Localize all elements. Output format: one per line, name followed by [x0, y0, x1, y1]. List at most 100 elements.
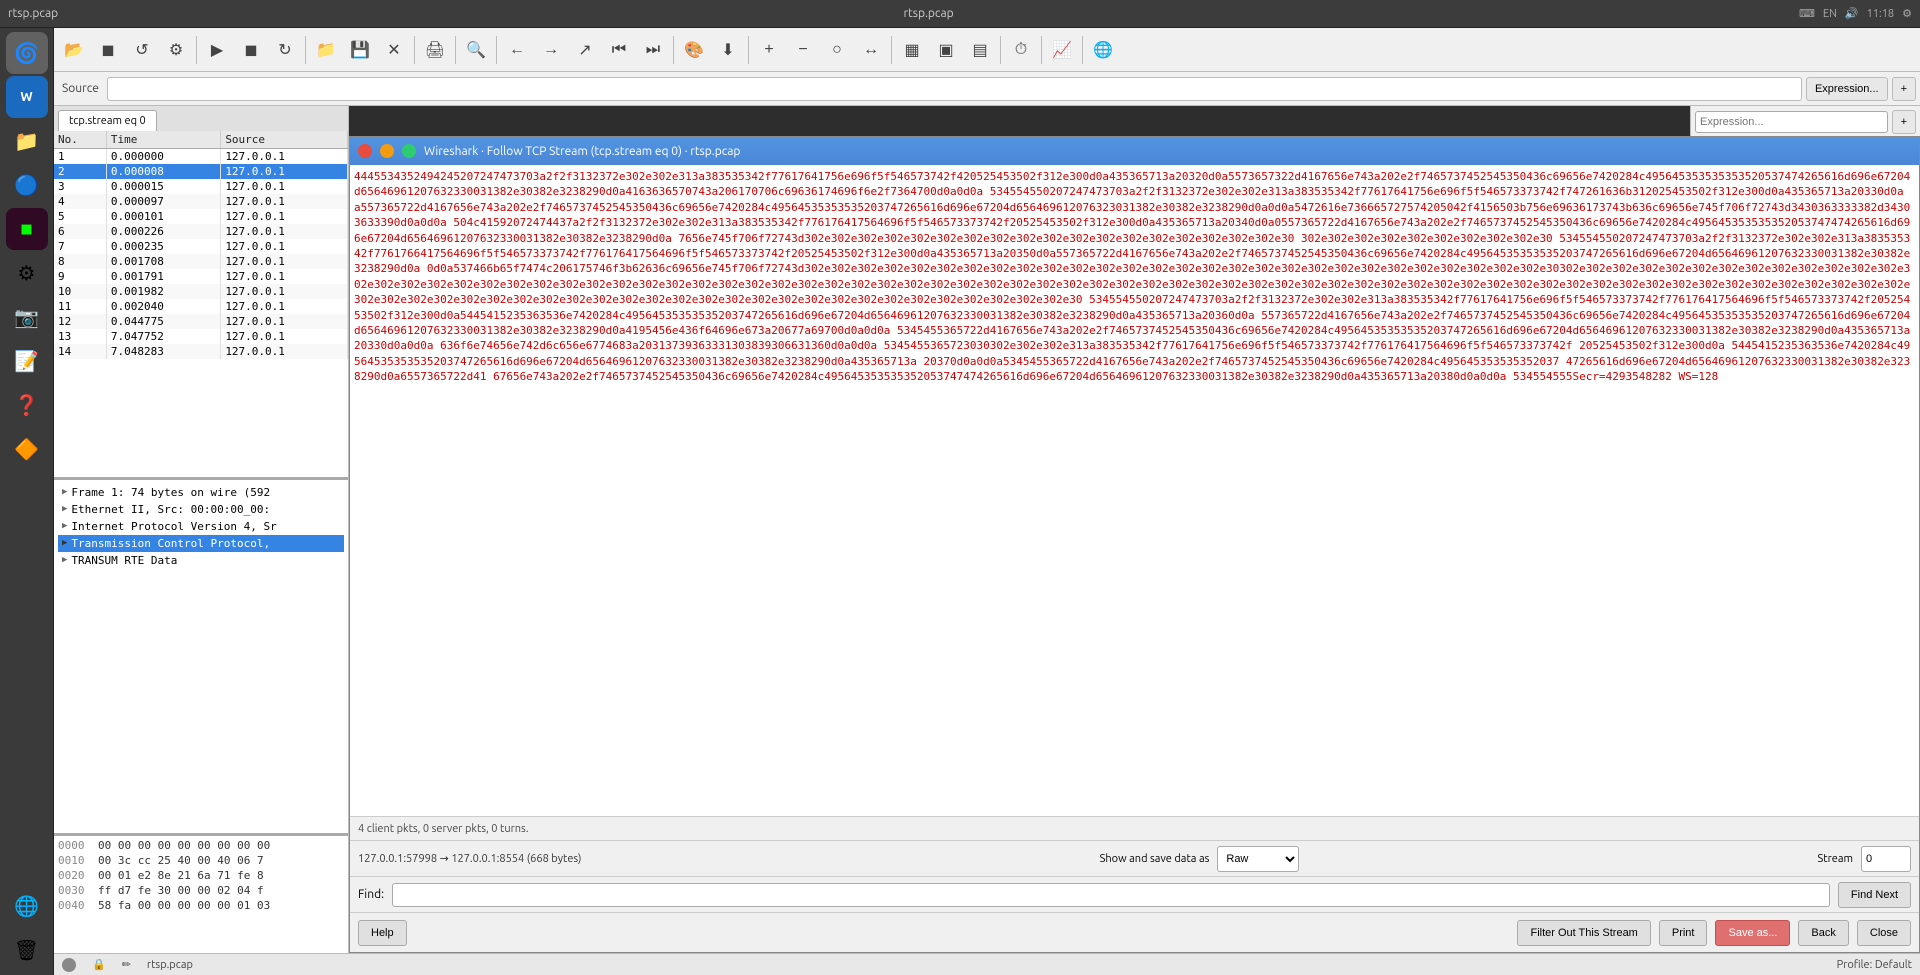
colorize-button[interactable]: 🎨: [678, 34, 710, 66]
table-row[interactable]: 12 0.044775 127.0.0.1: [54, 314, 348, 329]
minimize-dialog-button[interactable]: [380, 144, 394, 158]
help-icon[interactable]: ❓: [6, 384, 48, 426]
expression-input[interactable]: [1695, 111, 1888, 133]
files-icon[interactable]: 📁: [6, 120, 48, 162]
start-capture-button[interactable]: ▶: [201, 34, 233, 66]
find-next-button[interactable]: Find Next: [1838, 882, 1911, 908]
zoom-out-button[interactable]: −: [787, 34, 819, 66]
save-file-button[interactable]: 💾: [344, 34, 376, 66]
table-row[interactable]: 2 0.000008 127.0.0.1: [54, 164, 348, 179]
detail-tcp-label: Transmission Control Protocol,: [71, 537, 270, 550]
detail-tcp[interactable]: ▶ Transmission Control Protocol,: [58, 535, 344, 552]
expand-subtrees-button[interactable]: ▦: [896, 34, 928, 66]
zoom-reset-button[interactable]: ○: [821, 34, 853, 66]
close-file-button[interactable]: ◼: [92, 34, 124, 66]
help-button[interactable]: Help: [358, 920, 407, 946]
separator-4: [455, 36, 456, 64]
go-to-packet-button[interactable]: ↗: [569, 34, 601, 66]
close-button[interactable]: ✕: [378, 34, 410, 66]
table-row[interactable]: 11 0.002040 127.0.0.1: [54, 299, 348, 314]
cell-source: 127.0.0.1: [221, 284, 348, 299]
stream-number-input[interactable]: [1861, 846, 1911, 872]
tcp-stream-content[interactable]: 4445534352494245207247473703a2f2f3132372…: [350, 165, 1919, 816]
titlebar: rtsp.pcap rtsp.pcap ⌨ EN 🔊 11:18 ⚙: [0, 0, 1920, 28]
collapse-all-button[interactable]: ▣: [930, 34, 962, 66]
auto-scroll-button[interactable]: ⬇: [712, 34, 744, 66]
stop-capture-button[interactable]: ◼: [235, 34, 267, 66]
table-row[interactable]: 8 0.001708 127.0.0.1: [54, 254, 348, 269]
save-format-select[interactable]: Raw ASCII EBCDIC Hex Dump C Arrays YAML: [1217, 846, 1299, 872]
table-row[interactable]: 7 0.000235 127.0.0.1: [54, 239, 348, 254]
go-last-button[interactable]: ⏭: [637, 34, 669, 66]
text-editor-icon[interactable]: 📝: [6, 340, 48, 382]
triangle-frame: ▶: [62, 487, 67, 497]
cell-time: 0.000000: [106, 149, 220, 165]
network-icon[interactable]: 🌐: [6, 885, 48, 927]
firefox-icon[interactable]: 🔵: [6, 164, 48, 206]
resolve-address-button[interactable]: 🌐: [1087, 34, 1119, 66]
zoom-in-button[interactable]: +: [753, 34, 785, 66]
table-row[interactable]: 3 0.000015 127.0.0.1: [54, 179, 348, 194]
go-back-button[interactable]: ←: [501, 34, 533, 66]
detail-ip[interactable]: ▶ Internet Protocol Version 4, Sr: [58, 518, 344, 535]
add-expression-btn[interactable]: +: [1892, 110, 1916, 134]
maximize-dialog-button[interactable]: [402, 144, 416, 158]
print-button[interactable]: 🖨: [419, 34, 451, 66]
tab-tcp-stream[interactable]: tcp.stream eq 0: [58, 110, 157, 131]
open-file-button2[interactable]: 📁: [310, 34, 342, 66]
go-first-button[interactable]: ⏮: [603, 34, 635, 66]
hex-row-0010: 0010 00 3c cc 25 40 00 40 06 7: [58, 853, 344, 868]
table-row[interactable]: 14 7.048283 127.0.0.1: [54, 344, 348, 359]
table-row[interactable]: 5 0.000101 127.0.0.1: [54, 209, 348, 224]
cell-time: 0.001982: [106, 284, 220, 299]
system-menu-icon[interactable]: ⚙: [1902, 7, 1912, 20]
detail-transum-label: TRANSUM RTE Data: [71, 554, 177, 567]
capture-options-button[interactable]: ⚙: [160, 34, 192, 66]
expression-button[interactable]: Expression...: [1806, 77, 1888, 101]
table-row[interactable]: 1 0.000000 127.0.0.1: [54, 149, 348, 165]
volume-icon: 🔊: [1845, 7, 1859, 20]
tcp-stream-controls: 127.0.0.1:57998 → 127.0.0.1:8554 (668 by…: [350, 840, 1919, 876]
wireshark-icon[interactable]: W: [6, 76, 48, 118]
table-row[interactable]: 6 0.000226 127.0.0.1: [54, 224, 348, 239]
toggle-time-button[interactable]: ⏱: [1005, 34, 1037, 66]
packet-table-wrapper[interactable]: No. Time Source 1 0.000000 127.0.0.1 2 0…: [54, 131, 348, 477]
cell-source: 127.0.0.1: [221, 164, 348, 179]
find-packet-button[interactable]: 🔍: [460, 34, 492, 66]
resize-columns-button[interactable]: ↔: [855, 34, 887, 66]
cell-no: 14: [54, 344, 106, 359]
detail-frame[interactable]: ▶ Frame 1: 74 bytes on wire (592: [58, 484, 344, 501]
filter-out-button[interactable]: Filter Out This Stream: [1517, 920, 1650, 946]
reload-button[interactable]: ↺: [126, 34, 158, 66]
table-row[interactable]: 9 0.001791 127.0.0.1: [54, 269, 348, 284]
settings-icon[interactable]: ⚙: [6, 252, 48, 294]
cell-time: 7.048283: [106, 344, 220, 359]
clock: 11:18: [1867, 8, 1895, 20]
graph-button[interactable]: 📈: [1046, 34, 1078, 66]
back-button[interactable]: Back: [1798, 920, 1848, 946]
restart-capture-button[interactable]: ↻: [269, 34, 301, 66]
software-icon[interactable]: 🔶: [6, 428, 48, 470]
terminal-icon[interactable]: ■: [6, 208, 48, 250]
ubuntu-icon[interactable]: 🌀: [6, 32, 48, 74]
screenshot-icon[interactable]: 📷: [6, 296, 48, 338]
print-button2[interactable]: Print: [1659, 920, 1708, 946]
detail-ethernet[interactable]: ▶ Ethernet II, Src: 00:00:00_00:: [58, 501, 344, 518]
trash-icon[interactable]: 🗑: [6, 929, 48, 971]
save-as-button[interactable]: Save as...: [1715, 920, 1790, 946]
table-row[interactable]: 13 7.047752 127.0.0.1: [54, 329, 348, 344]
close-button2[interactable]: Close: [1857, 920, 1911, 946]
detail-transum[interactable]: ▶ TRANSUM RTE Data: [58, 552, 344, 569]
find-input[interactable]: [392, 883, 1830, 907]
expand-all-button[interactable]: ▤: [964, 34, 996, 66]
stream-number-label: Stream: [1818, 853, 1853, 865]
cell-source: 127.0.0.1: [221, 299, 348, 314]
table-row[interactable]: 10 0.001982 127.0.0.1: [54, 284, 348, 299]
add-expression-button[interactable]: +: [1892, 77, 1916, 101]
open-file-button[interactable]: 📂: [58, 34, 90, 66]
table-row[interactable]: 4 0.000097 127.0.0.1: [54, 194, 348, 209]
go-forward-button[interactable]: →: [535, 34, 567, 66]
filter-input[interactable]: [112, 82, 1797, 96]
separator-7: [748, 36, 749, 64]
close-dialog-button[interactable]: [358, 144, 372, 158]
